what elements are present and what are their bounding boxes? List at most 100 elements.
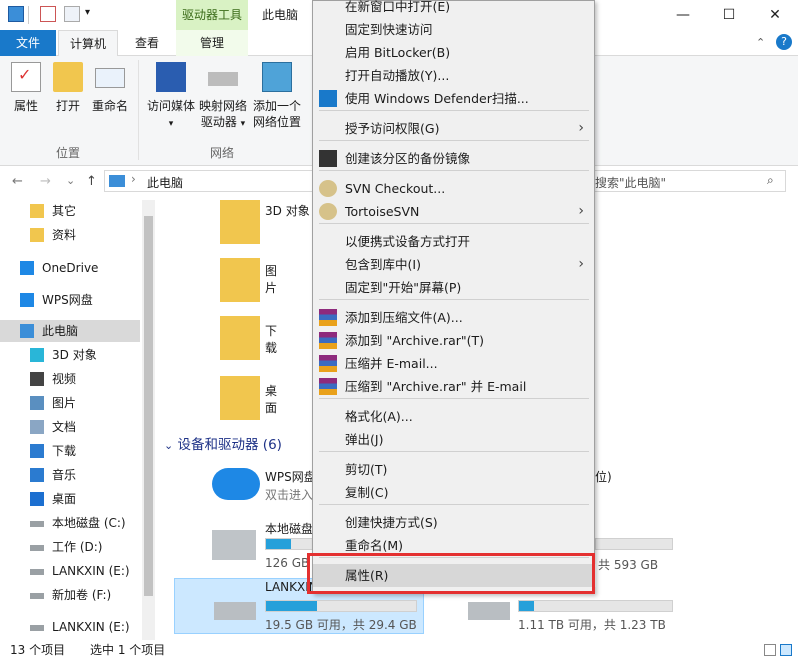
context-menu-item-label: 使用 Windows Defender扫描... xyxy=(345,91,529,106)
tab-manage[interactable]: 管理 xyxy=(176,30,248,56)
folder-label: 3D 对象 xyxy=(265,204,310,218)
cloud-icon xyxy=(20,293,34,307)
desktop-icon xyxy=(220,376,260,420)
sidebar-item[interactable]: 桌面 xyxy=(0,488,140,510)
context-menu-item[interactable]: 创建该分区的备份镜像 xyxy=(313,147,596,170)
drive-icon[interactable] xyxy=(468,602,510,620)
sidebar-item-label: 本地磁盘 (C:) xyxy=(52,516,126,530)
context-menu-item[interactable]: 使用 Windows Defender扫描... xyxy=(313,87,596,110)
selected-count: 选中 1 个项目 xyxy=(90,643,166,657)
sidebar-item[interactable]: 新加卷 (F:) xyxy=(0,584,140,606)
context-menu-item[interactable]: 包含到库中(I) › xyxy=(313,253,596,276)
network-location-icon xyxy=(262,62,292,92)
back-button[interactable]: ← xyxy=(12,174,23,189)
map-drive-label-1: 映射网络 xyxy=(198,99,247,113)
search-input[interactable]: 搜索"此电脑" xyxy=(595,174,666,191)
group-label-network: 网络 xyxy=(210,146,235,160)
rename-button[interactable]: 重命名 xyxy=(88,62,132,114)
large-icons-view-icon[interactable] xyxy=(780,644,792,656)
sidebar-item[interactable]: LANKXIN (E:) xyxy=(0,616,140,638)
close-button[interactable]: ✕ xyxy=(752,0,798,30)
submenu-arrow-icon: › xyxy=(578,203,584,219)
minimize-button[interactable]: — xyxy=(660,0,706,30)
sidebar-item[interactable]: 下载 xyxy=(0,440,140,462)
context-menu-item[interactable]: 弹出(J) xyxy=(313,428,596,451)
wps-drive-name[interactable]: WPS网盘 xyxy=(265,468,316,485)
add-network-location-button[interactable]: 添加一个 网络位置 xyxy=(250,62,304,130)
drive-icon xyxy=(214,602,256,620)
context-menu-item[interactable]: 打开自动播放(Y)... xyxy=(313,64,596,87)
context-menu-item[interactable]: 启用 BitLocker(B) xyxy=(313,41,596,64)
new-folder-icon[interactable] xyxy=(64,6,80,22)
devices-section-header[interactable]: ⌄ 设备和驱动器 (6) xyxy=(164,433,282,453)
context-menu-item[interactable]: 复制(C) xyxy=(313,481,596,504)
context-menu-item[interactable]: 固定到"开始"屏幕(P) xyxy=(313,276,596,299)
access-media-button[interactable]: 访问媒体 ▾ xyxy=(142,62,200,132)
winrar-icon xyxy=(319,355,337,372)
drive-tools-context-tab: 驱动器工具 xyxy=(176,0,248,30)
ribbon-collapse-icon[interactable]: ⌃ xyxy=(756,36,765,49)
address-text: 此电脑 xyxy=(147,176,184,190)
sidebar-item[interactable]: OneDrive xyxy=(0,257,140,279)
sidebar-item[interactable]: 资料 xyxy=(0,224,140,246)
details-view-icon[interactable] xyxy=(764,644,776,656)
scrollbar-thumb[interactable] xyxy=(144,216,153,596)
context-menu-item[interactable]: 授予访问权限(G) › xyxy=(313,117,596,140)
quick-access-dropdown-icon[interactable]: ▾ xyxy=(85,7,90,18)
sidebar-scrollbar[interactable] xyxy=(142,200,155,640)
context-menu-item[interactable]: 添加到 "Archive.rar"(T) xyxy=(313,329,596,352)
help-icon[interactable]: ? xyxy=(776,34,792,50)
sidebar-item[interactable]: 图片 xyxy=(0,392,140,414)
map-drive-button[interactable]: 映射网络 驱动器 ▾ xyxy=(196,62,250,132)
up-button[interactable]: ↑ xyxy=(86,174,97,189)
sidebar-item[interactable]: 音乐 xyxy=(0,464,140,486)
context-menu-item[interactable]: 以便携式设备方式打开 xyxy=(313,230,596,253)
recent-locations-button[interactable]: ⌄ xyxy=(66,174,75,187)
local-c-name[interactable]: 本地磁盘 xyxy=(265,520,313,537)
windows-drive-icon[interactable] xyxy=(212,530,256,560)
maximize-button[interactable]: ☐ xyxy=(706,0,752,30)
group-label-location: 位置 xyxy=(56,146,81,160)
context-menu-item[interactable]: 创建快捷方式(S) xyxy=(313,511,596,534)
cloud-icon[interactable] xyxy=(212,468,260,500)
menu-separator xyxy=(319,110,589,111)
forward-button[interactable]: → xyxy=(40,174,51,189)
context-menu-item[interactable]: 压缩并 E-mail... xyxy=(313,352,596,375)
properties-label: 属性 xyxy=(13,99,38,113)
drive-icon xyxy=(30,521,44,527)
sidebar-item[interactable]: 本地磁盘 (C:) xyxy=(0,512,140,534)
context-menu-item[interactable]: 压缩到 "Archive.rar" 并 E-mail xyxy=(313,375,596,398)
context-menu-item[interactable]: 剪切(T) xyxy=(313,458,596,481)
tortoise-svn-icon xyxy=(319,203,337,220)
context-menu-item-label: 在新窗口中打开(E) xyxy=(345,0,451,14)
context-menu-item[interactable]: 在新窗口中打开(E) xyxy=(313,0,596,18)
sidebar-item[interactable]: 工作 (D:) xyxy=(0,536,140,558)
computer-icon[interactable] xyxy=(8,6,24,22)
context-menu-item-label: 固定到"开始"屏幕(P) xyxy=(345,280,462,295)
sidebar-item[interactable]: WPS网盘 xyxy=(0,289,140,311)
context-menu-item[interactable]: TortoiseSVN › xyxy=(313,200,596,223)
sidebar-item[interactable]: 文档 xyxy=(0,416,140,438)
context-menu-item[interactable]: 添加到压缩文件(A)... xyxy=(313,306,596,329)
sidebar-item[interactable]: 其它 xyxy=(0,200,140,222)
sidebar-item[interactable]: LANKXIN (E:) xyxy=(0,560,140,582)
sidebar-item[interactable]: 此电脑 xyxy=(0,320,140,342)
usage-fill xyxy=(519,601,535,611)
search-box[interactable]: 搜索"此电脑" ⌕ xyxy=(586,170,786,192)
sidebar-item-label: LANKXIN (E:) xyxy=(52,620,130,634)
checkmark-icon[interactable] xyxy=(40,6,56,22)
bottom-right-free: 1.11 TB 可用，共 1.23 TB xyxy=(518,618,666,632)
menu-separator xyxy=(319,223,589,224)
sidebar-item[interactable]: 视频 xyxy=(0,368,140,390)
properties-button[interactable]: ✓ 属性 xyxy=(8,62,44,114)
context-menu-item[interactable]: 固定到快速访问 xyxy=(313,18,596,41)
open-button[interactable]: 打开 xyxy=(50,62,86,114)
tab-computer[interactable]: 计算机 xyxy=(58,30,118,56)
tab-view[interactable]: 查看 xyxy=(120,30,174,56)
lankxin-usage-bar xyxy=(265,600,417,612)
music-icon xyxy=(30,468,44,482)
context-menu-item[interactable]: 格式化(A)... xyxy=(313,405,596,428)
sidebar-item[interactable]: 3D 对象 xyxy=(0,344,140,366)
tab-file[interactable]: 文件 xyxy=(0,30,56,56)
context-menu-item[interactable]: SVN Checkout... xyxy=(313,177,596,200)
